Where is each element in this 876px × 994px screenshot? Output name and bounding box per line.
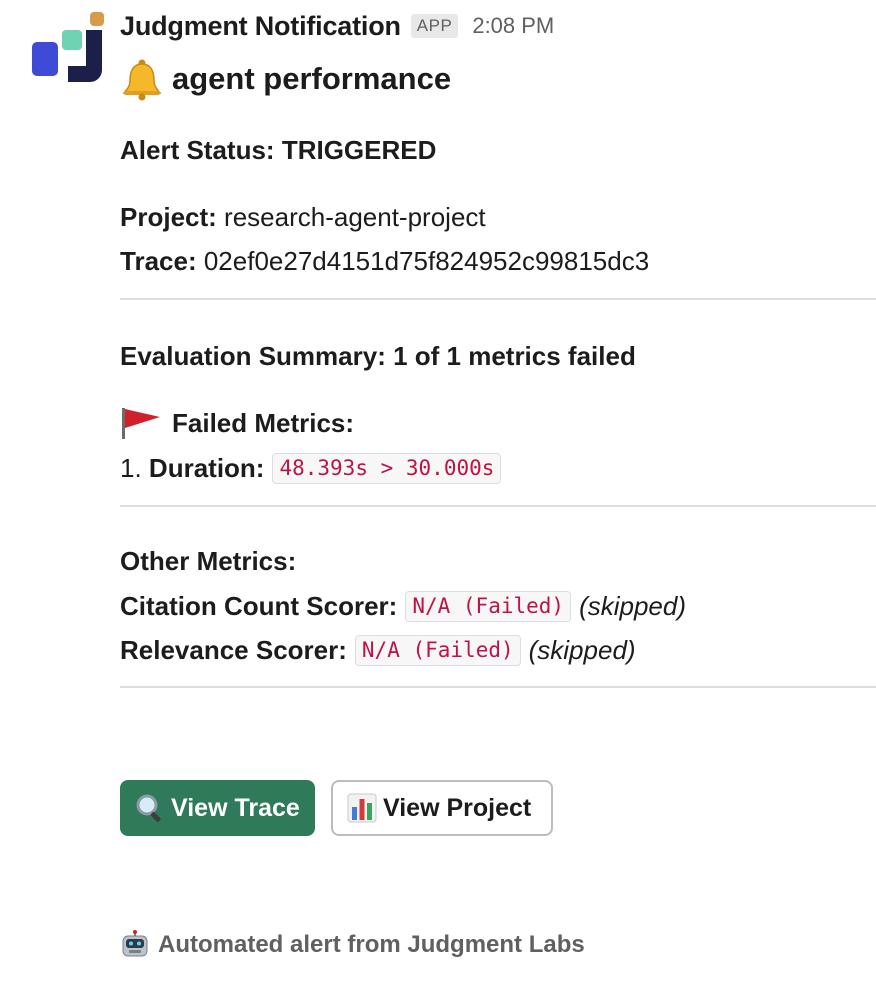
metric-note: (skipped) xyxy=(579,590,686,621)
red-flag-icon xyxy=(120,406,162,440)
other-metric-item: Citation Count Scorer: N/A (Failed) (ski… xyxy=(120,588,686,624)
message-header: Judgment Notification APP 2:08 PM xyxy=(120,8,554,44)
footer-text: Automated alert from Judgment Labs xyxy=(158,931,585,958)
metric-name: Citation Count Scorer: xyxy=(120,590,398,621)
view-trace-label: View Trace xyxy=(171,793,300,822)
message-timestamp[interactable]: 2:08 PM xyxy=(472,13,554,39)
judgment-logo xyxy=(28,10,108,86)
view-trace-button[interactable]: View Trace xyxy=(120,780,315,836)
status-value: TRIGGERED xyxy=(281,134,437,165)
item-number: 1. xyxy=(120,452,142,483)
project-label: Project: xyxy=(120,201,217,232)
divider xyxy=(120,505,876,507)
metric-value-code: N/A (Failed) xyxy=(354,634,521,666)
metric-value-code: N/A (Failed) xyxy=(405,590,572,622)
message-title: agent performance xyxy=(120,56,451,102)
view-project-label: View Project xyxy=(383,793,532,822)
metric-name: Relevance Scorer: xyxy=(120,634,347,665)
trace-label: Trace: xyxy=(120,245,197,276)
project-row: Project: research-agent-project xyxy=(120,199,486,235)
magnifier-icon xyxy=(135,793,165,823)
trace-row: Trace: 02ef0e27d4151d75f824952c99815dc3 xyxy=(120,243,649,279)
project-value: research-agent-project xyxy=(224,201,486,232)
alert-status: Alert Status: TRIGGERED xyxy=(120,132,436,168)
trace-value: 02ef0e27d4151d75f824952c99815dc3 xyxy=(203,245,650,276)
sender-name[interactable]: Judgment Notification xyxy=(120,11,401,42)
other-metric-item: Relevance Scorer: N/A (Failed) (skipped) xyxy=(120,632,636,668)
failed-metrics-title: Failed Metrics: xyxy=(172,407,355,438)
footer-context: Automated alert from Judgment Labs xyxy=(120,926,585,964)
metric-value-code: 48.393s > 30.000s xyxy=(272,452,502,484)
failed-metric-item: 1. Duration: 48.393s > 30.000s xyxy=(120,450,502,486)
title-text: agent performance xyxy=(172,61,452,96)
evaluation-summary: Evaluation Summary: 1 of 1 metrics faile… xyxy=(120,340,636,371)
metric-name: Duration: xyxy=(148,452,265,483)
bell-icon xyxy=(120,57,164,101)
robot-icon xyxy=(120,930,150,960)
view-project-button[interactable]: View Project xyxy=(331,780,553,836)
divider xyxy=(120,298,876,300)
other-metrics-heading: Other Metrics: xyxy=(120,545,297,576)
bar-chart-icon xyxy=(347,793,377,823)
divider xyxy=(120,686,876,688)
app-badge: APP xyxy=(410,14,459,38)
metric-note: (skipped) xyxy=(528,634,636,665)
status-label: Alert Status: xyxy=(120,134,275,165)
failed-metrics-heading: Failed Metrics: xyxy=(120,405,354,441)
